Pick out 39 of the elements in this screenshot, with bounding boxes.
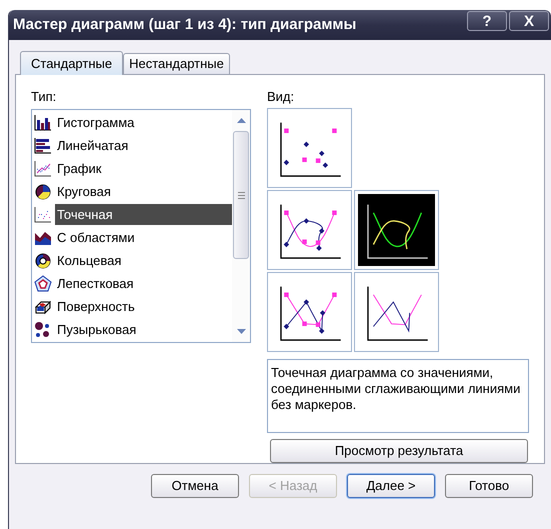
dialog-button[interactable]: Готово [445,474,533,498]
bubble-chart-icon [34,320,52,338]
tab[interactable]: Стандартные [20,51,124,75]
chart-subtype-option[interactable] [267,272,352,352]
chart-type-item[interactable]: График [55,158,232,179]
doughnut-chart-icon [34,252,52,270]
chart-subtype-option[interactable] [267,190,352,270]
radar-chart-icon [34,274,52,292]
chart-type-item[interactable]: Линейчатая [55,135,232,156]
chart-subtype-option[interactable] [267,108,352,188]
bar-chart-icon [34,136,52,154]
chart-type-item[interactable]: Пузырьковая [55,319,232,340]
pie-chart-icon [34,182,52,200]
view-label: Вид: [267,89,296,105]
chart-type-item[interactable]: Поверхность [55,296,232,317]
scroll-thumb[interactable] [233,131,249,259]
dialog-button[interactable]: Отмена [151,474,239,498]
scroll-down-icon[interactable] [236,329,246,334]
close-button[interactable]: X [509,11,549,31]
scroll-up-icon[interactable] [236,118,246,123]
chart-type-item[interactable]: Точечная [55,204,232,225]
scatter-chart-icon [34,206,52,224]
type-label: Тип: [31,89,58,105]
chart-type-item[interactable]: Гистограмма [55,112,232,133]
chart-type-item[interactable]: Круговая [55,181,232,202]
chart-type-item[interactable]: Лепестковая [55,273,232,294]
description-text: Точечная диаграмма со значениями, соединенными сглаживающими линиями без маркеров. [267,359,529,432]
window-title: Мастер диаграмм (шаг 1 из 4): тип диаграммы [13,14,356,35]
dialog-button[interactable]: Далее > [347,474,435,498]
chart-subtype-option[interactable] [354,190,439,270]
chart-subtype-option[interactable] [354,272,439,352]
column-chart-icon [34,114,52,132]
grip-icon [238,192,244,198]
help-button[interactable]: ? [467,11,507,31]
chart-type-item[interactable]: Кольцевая [55,250,232,271]
preview-button[interactable]: Просмотр результата [270,438,528,463]
chart-type-item[interactable]: С областями [55,227,232,248]
tab[interactable]: Нестандартные [123,53,230,74]
line-chart-icon [34,160,52,178]
